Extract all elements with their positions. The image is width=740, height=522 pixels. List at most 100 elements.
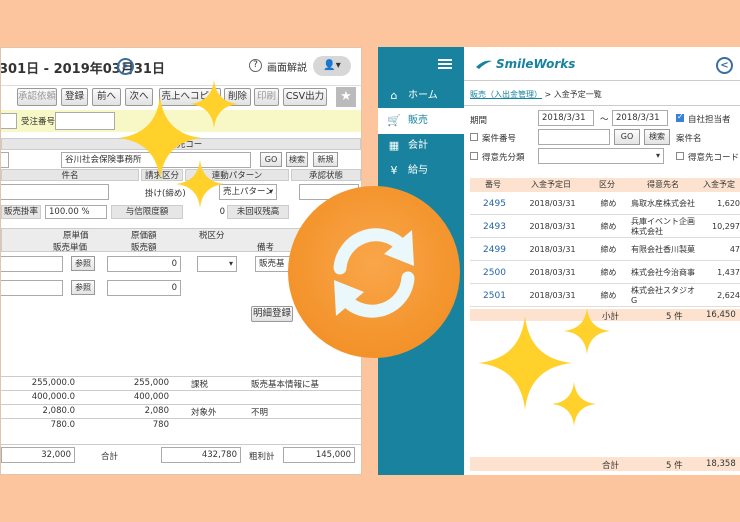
detail-register-button[interactable]: 明細登録 [251, 306, 293, 322]
order-field-a[interactable] [1, 113, 17, 129]
qty-input[interactable] [1, 280, 63, 296]
table-row[interactable]: 2495 2018/03/31 締め 鳥取水産株式会社 1,620 [470, 192, 740, 215]
table-cell: 47 [729, 245, 740, 254]
table-row[interactable]: 2501 2018/03/31 締め 株式会社スタジオG 2,624 [470, 284, 740, 307]
table-cell: 10,297 [712, 222, 740, 231]
header-tax-class: 税区分 [199, 231, 225, 241]
brand-logo: SmileWorks [496, 57, 576, 71]
sidebar-item[interactable]: ▦ 会計 [378, 133, 464, 159]
own-staff-checkbox[interactable] [676, 112, 684, 122]
rate-label: 販売掛率 [1, 205, 41, 219]
approval-request-button[interactable]: 承認依頼 [17, 88, 57, 106]
table-cell: 2,624 [717, 291, 740, 300]
csv-export-button[interactable]: CSV出力 [283, 88, 327, 106]
row-number-link[interactable]: 2499 [470, 238, 516, 261]
breadcrumb-link[interactable]: 販売（入出金管理） [470, 90, 542, 99]
subject-input[interactable] [1, 184, 109, 200]
sidebar-item-label: ホーム [408, 90, 438, 101]
table-row[interactable]: 2493 2018/03/31 締め 兵庫イベント企画株式会社 10,297 [470, 215, 740, 238]
header-sales-amount: 販売額 [131, 243, 157, 253]
case-no-checkbox[interactable] [470, 133, 478, 141]
customer-code-input[interactable] [1, 152, 9, 168]
left-header: 301日 - 2019年03月31日 > ? 画面解説 👤▾ [1, 48, 361, 86]
detail-cell: 2,080 [144, 406, 169, 416]
search-button[interactable]: 検索 [644, 129, 670, 145]
th-customer: 得意先名 [628, 178, 698, 192]
credit-value: 0 [219, 207, 225, 217]
help-icon[interactable]: ? [249, 59, 262, 72]
register-button[interactable]: 登録 [61, 88, 88, 106]
tax-class-select[interactable] [197, 256, 237, 272]
row-number-link[interactable]: 2501 [470, 284, 516, 307]
help-label[interactable]: 画面解説 [267, 59, 307, 74]
row-number-link[interactable]: 2493 [470, 215, 516, 238]
sync-icon [288, 186, 460, 358]
menu-icon[interactable] [438, 59, 452, 69]
sidebar-item-label: 会計 [408, 140, 428, 151]
total-label: 合計 [602, 461, 620, 471]
go-button[interactable]: GO [614, 129, 640, 145]
row-number-link[interactable]: 2495 [470, 192, 516, 215]
detail-cell: 780 [152, 420, 169, 430]
header-cost-amount: 原価額 [131, 231, 157, 241]
user-menu-button[interactable]: 👤▾ [313, 56, 351, 76]
sales-unit-input[interactable] [1, 256, 63, 272]
table-cell: 株式会社スタジオG [631, 285, 695, 305]
table-cell: 2018/03/31 [529, 199, 576, 208]
footer-gross-label: 粗利計 [249, 452, 275, 462]
rate-value[interactable]: 100.00 % [45, 205, 107, 219]
detail-cell: 255,000 [133, 378, 169, 388]
order-no-label: 受注番号 [21, 117, 56, 127]
cust-class-select[interactable] [538, 148, 664, 164]
next-period-icon[interactable]: > [117, 58, 134, 75]
case-no-label: 案件番号 [482, 134, 517, 144]
back-icon[interactable]: < [716, 57, 733, 74]
subtotal-amount: 16,450 [706, 310, 736, 320]
sparkle-icon [552, 382, 596, 426]
row-number-link[interactable]: 2500 [470, 261, 516, 284]
table-cell: 2018/03/31 [529, 245, 576, 254]
table-row[interactable]: 2500 2018/03/31 締め 株式会社今治商事 1,437 [470, 261, 740, 284]
cust-class-checkbox[interactable] [470, 152, 478, 160]
table-cell: 2018/03/31 [529, 291, 576, 300]
sidebar-item[interactable]: ¥ 給与 [378, 158, 464, 184]
date-to-input[interactable]: 2018/3/31 [612, 110, 668, 126]
date-range: 301日 - 2019年03月31日 [0, 62, 165, 77]
detail-cell: 400,000.0 [31, 392, 75, 402]
approval-status-header: 承認状態 [291, 169, 361, 181]
print-button[interactable]: 印刷 [254, 88, 279, 106]
breadcrumb-current: > 入金予定一覧 [542, 90, 602, 99]
sidebar-item-label: 給与 [408, 165, 428, 176]
detail-cell: 780.0 [50, 420, 75, 430]
prev-button[interactable]: 前へ [92, 88, 121, 106]
header-cost-unit: 原単価 [63, 231, 89, 241]
table-row[interactable]: 2499 2018/03/31 締め 有限会社香川製菓 47 [470, 238, 740, 261]
nav-icon: ⌂ [390, 89, 398, 102]
sidebar-item-label: 販売 [408, 115, 428, 126]
customer-search-button[interactable]: 検索 [286, 152, 308, 167]
th-number: 番号 [470, 178, 516, 192]
cost-amount-field: 0 [107, 256, 181, 272]
th-date: 入金予定日 [516, 178, 586, 192]
table-cell: 株式会社今治商事 [631, 267, 695, 277]
favorite-star-icon[interactable]: ★ [336, 87, 356, 107]
order-no-input[interactable] [55, 112, 115, 130]
case-no-input[interactable] [538, 129, 610, 145]
breadcrumb: 販売（入出金管理） > 入金予定一覧 [470, 89, 602, 100]
ref-button-2[interactable]: 参照 [71, 280, 95, 295]
sidebar-item[interactable]: ⌂ ホーム [378, 83, 464, 109]
customer-go-button[interactable]: GO [260, 152, 282, 167]
table-cell: 締め [600, 245, 617, 254]
ref-button-1[interactable]: 参照 [71, 256, 95, 271]
th-amount: 入金予定 [698, 178, 740, 192]
header-remarks: 備考 [257, 243, 275, 253]
sales-amount-field: 0 [107, 280, 181, 296]
date-from-input[interactable]: 2018/3/31 [538, 110, 594, 126]
total-count: 5 件 [666, 461, 683, 471]
sidebar-item[interactable]: 🛒 販売 [378, 108, 464, 134]
own-staff-label: 自社担当者 [688, 115, 731, 125]
table-cell: 締め [600, 268, 617, 277]
customer-new-button[interactable]: 新規 [313, 152, 338, 167]
link-pattern-select[interactable]: 売上パターン１ [219, 184, 277, 200]
cust-code-checkbox[interactable] [676, 152, 684, 160]
